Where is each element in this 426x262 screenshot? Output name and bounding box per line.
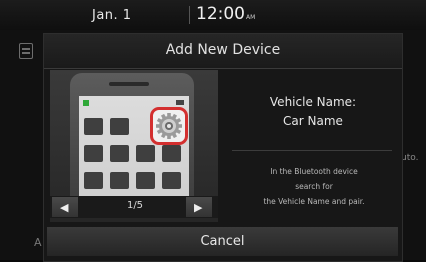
app-tile [136, 145, 155, 162]
app-tile [162, 172, 181, 189]
next-page-button[interactable]: ▶ [186, 197, 212, 217]
list-icon[interactable] [19, 43, 33, 59]
vehicle-name-label: Vehicle Name: [269, 95, 357, 109]
status-bar: Jan. 1 12:00AM [0, 0, 426, 30]
battery-icon [176, 100, 184, 105]
app-tile [84, 172, 103, 189]
app-tile [84, 145, 103, 162]
right-arrow-icon: ▶ [194, 201, 203, 214]
left-arrow-icon: ◀ [60, 201, 69, 214]
clock-ampm: AM [246, 14, 256, 21]
clock-time: 12:00 [196, 4, 245, 24]
app-tile [84, 118, 103, 135]
background-label: A [34, 236, 42, 249]
vehicle-name-value: Car Name [283, 114, 343, 128]
app-tile [136, 172, 155, 189]
text-divider [232, 150, 392, 151]
dialog-title: Add New Device [44, 34, 402, 68]
phone-speaker [109, 82, 149, 86]
instruction-line: In the Bluetooth device [270, 167, 358, 176]
date-display: Jan. 1 [92, 8, 132, 23]
head-unit-screen: Jan. 1 12:00AM A uto. Add New Device ◀ 1… [0, 0, 426, 262]
instruction-line: the Vehicle Name and pair. [263, 197, 365, 206]
app-tile [110, 118, 129, 135]
pairing-instructions: In the Bluetooth device search for the V… [226, 164, 402, 209]
instruction-line: search for [295, 182, 333, 191]
app-tile [110, 172, 129, 189]
app-tile [110, 145, 129, 162]
signal-icon [83, 100, 89, 106]
gear-icon [156, 113, 182, 139]
background-text: uto. [401, 153, 419, 163]
clock: 12:00AM [196, 4, 255, 24]
app-tile [162, 145, 181, 162]
settings-highlight [150, 107, 188, 145]
title-divider [44, 68, 402, 69]
prev-page-button[interactable]: ◀ [52, 197, 78, 217]
status-divider [189, 6, 190, 24]
cancel-button[interactable]: Cancel [47, 227, 398, 256]
page-indicator: 1/5 [126, 200, 144, 211]
